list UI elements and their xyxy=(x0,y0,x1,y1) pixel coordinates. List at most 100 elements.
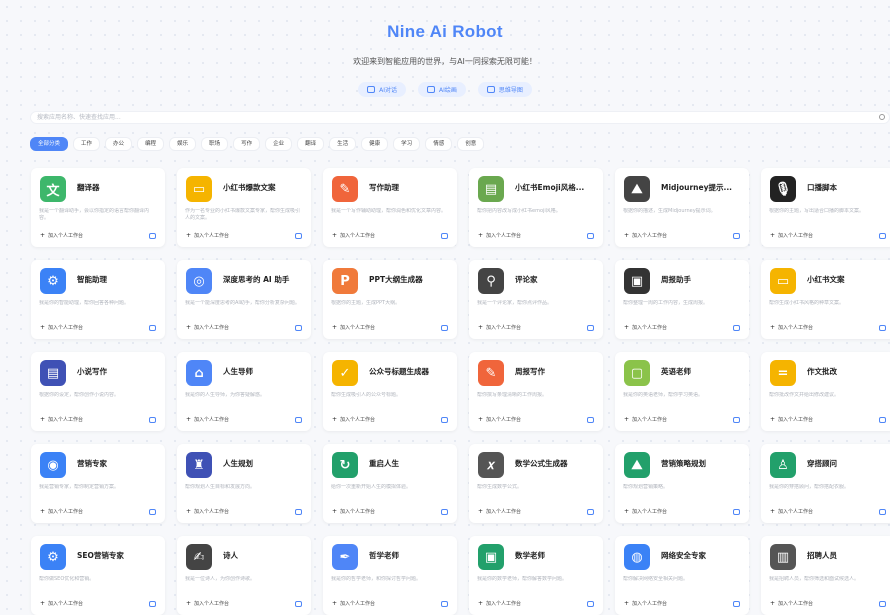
chat-icon[interactable] xyxy=(587,417,594,423)
chat-icon[interactable] xyxy=(295,509,302,515)
app-card[interactable]: ▤ 小红书Emoji风格... 帮你把内容改写成小红书emoji风格。 + 加入个人工作… xyxy=(469,168,603,247)
app-card[interactable]: ↻ 重启人生 给你一次重新开始人生的模拟体验。 + 加入个人工作台 xyxy=(323,444,457,523)
app-card[interactable]: ⌂ 人生导师 我是你的人生导师，为你答疑解惑。 + 加入个人工作台 xyxy=(177,352,311,431)
app-card[interactable]: ▭ 小红书爆款文案 作为一名专业的小红书爆款文案专家，帮你生成吸引人的文案。 + 加入个… xyxy=(177,168,311,247)
app-card[interactable]: ◍ 网络安全专家 帮你解决网络安全相关问题。 + 加入个人工作台 xyxy=(615,536,749,615)
add-to-workspace-button[interactable]: + 加入个人工作台 xyxy=(332,232,375,239)
category-tag[interactable]: 企业 xyxy=(265,137,293,151)
mind-map-button[interactable]: 思维导图 xyxy=(477,82,532,97)
category-tag[interactable]: 办公 xyxy=(105,137,133,151)
category-tag[interactable]: 娱乐 xyxy=(169,137,197,151)
add-to-workspace-button[interactable]: + 加入个人工作台 xyxy=(186,508,229,515)
chat-icon[interactable] xyxy=(295,601,302,607)
chat-icon[interactable] xyxy=(441,601,448,607)
chat-icon[interactable] xyxy=(879,509,886,515)
app-card[interactable]: 🎙 口播脚本 根据你的主题，写出适合口播的脚本文案。 + 加入个人工作台 xyxy=(761,168,890,247)
app-card[interactable]: ✍ 诗人 我是一位诗人，为你创作诗歌。 + 加入个人工作台 xyxy=(177,536,311,615)
chat-icon[interactable] xyxy=(441,417,448,423)
chat-icon[interactable] xyxy=(733,509,740,515)
app-card[interactable]: ✓ 公众号标题生成器 帮你生成吸引人的公众号标题。 + 加入个人工作台 xyxy=(323,352,457,431)
add-to-workspace-button[interactable]: + 加入个人工作台 xyxy=(624,232,667,239)
app-card[interactable]: ⛰ 营销策略规划 帮你规划营销策略。 + 加入个人工作台 xyxy=(615,444,749,523)
chat-icon[interactable] xyxy=(733,233,740,239)
category-tag[interactable]: 写作 xyxy=(233,137,261,151)
chat-icon[interactable] xyxy=(441,233,448,239)
add-to-workspace-button[interactable]: + 加入个人工作台 xyxy=(624,600,667,607)
chat-icon[interactable] xyxy=(441,509,448,515)
chat-icon[interactable] xyxy=(879,233,886,239)
app-card[interactable]: ◎ 深度思考的 AI 助手 我是一个能深度思考的AI助手，帮你分析复杂问题。 + 加入个… xyxy=(177,260,311,339)
app-card[interactable]: ▤ 小说写作 根据你的设定，帮你创作小说内容。 + 加入个人工作台 xyxy=(31,352,165,431)
add-to-workspace-button[interactable]: + 加入个人工作台 xyxy=(478,416,521,423)
app-card[interactable]: ▭ 小红书文案 帮你生成小红书风格的种草文案。 + 加入个人工作台 xyxy=(761,260,890,339)
app-card[interactable]: ✎ 写作助理 我是一个写作辅助助理，帮你润色和优化文章内容。 + 加入个人工作台 xyxy=(323,168,457,247)
add-to-workspace-button[interactable]: + 加入个人工作台 xyxy=(40,600,83,607)
ai-chat-button[interactable]: AI对话 xyxy=(358,82,406,97)
chat-icon[interactable] xyxy=(295,233,302,239)
add-to-workspace-button[interactable]: + 加入个人工作台 xyxy=(186,324,229,331)
app-card[interactable]: ⚙ SEO营销专家 帮你做SEO优化和营销。 + 加入个人工作台 xyxy=(31,536,165,615)
app-card[interactable]: ✒ 哲学老师 我是你的哲学老师，和你探讨哲学问题。 + 加入个人工作台 xyxy=(323,536,457,615)
add-to-workspace-button[interactable]: + 加入个人工作台 xyxy=(770,324,813,331)
chat-icon[interactable] xyxy=(149,417,156,423)
add-to-workspace-button[interactable]: + 加入个人工作台 xyxy=(332,508,375,515)
add-to-workspace-button[interactable]: + 加入个人工作台 xyxy=(624,508,667,515)
chat-icon[interactable] xyxy=(587,509,594,515)
app-card[interactable]: 𝑥 数学公式生成器 帮你生成数学公式。 + 加入个人工作台 xyxy=(469,444,603,523)
chat-icon[interactable] xyxy=(879,325,886,331)
app-card[interactable]: ♜ 人生规划 帮你规划人生目标和发展方向。 + 加入个人工作台 xyxy=(177,444,311,523)
app-card[interactable]: ▣ 数学老师 我是你的数学老师，帮你解答数学问题。 + 加入个人工作台 xyxy=(469,536,603,615)
chat-icon[interactable] xyxy=(149,509,156,515)
chat-icon[interactable] xyxy=(587,601,594,607)
add-to-workspace-button[interactable]: + 加入个人工作台 xyxy=(332,600,375,607)
chat-icon[interactable] xyxy=(587,233,594,239)
chat-icon[interactable] xyxy=(149,233,156,239)
add-to-workspace-button[interactable]: + 加入个人工作台 xyxy=(332,416,375,423)
chat-icon[interactable] xyxy=(879,601,886,607)
chat-icon[interactable] xyxy=(733,601,740,607)
category-tag[interactable]: 创意 xyxy=(457,137,485,151)
add-to-workspace-button[interactable]: + 加入个人工作台 xyxy=(40,508,83,515)
add-to-workspace-button[interactable]: + 加入个人工作台 xyxy=(332,324,375,331)
add-to-workspace-button[interactable]: + 加入个人工作台 xyxy=(186,600,229,607)
add-to-workspace-button[interactable]: + 加入个人工作台 xyxy=(624,416,667,423)
search-input[interactable]: 搜索应用名称、快速查找应用... xyxy=(30,111,890,124)
app-card[interactable]: 文 翻译器 我是一个翻译助手，会以你指定的语言帮你翻译内容。 + 加入个人工作台 xyxy=(31,168,165,247)
category-tag[interactable]: 职场 xyxy=(201,137,229,151)
add-to-workspace-button[interactable]: + 加入个人工作台 xyxy=(770,508,813,515)
chat-icon[interactable] xyxy=(295,325,302,331)
app-card[interactable]: ▣ 周报助手 帮你整理一周的工作内容，生成周报。 + 加入个人工作台 xyxy=(615,260,749,339)
search-icon[interactable] xyxy=(879,114,885,120)
category-tag[interactable]: 翻译 xyxy=(297,137,325,151)
chat-icon[interactable] xyxy=(587,325,594,331)
chat-icon[interactable] xyxy=(733,417,740,423)
app-card[interactable]: ♙ 穿搭顾问 我是你的穿搭顾问，帮你搭配衣服。 + 加入个人工作台 xyxy=(761,444,890,523)
chat-icon[interactable] xyxy=(733,325,740,331)
category-tag[interactable]: 编程 xyxy=(137,137,165,151)
add-to-workspace-button[interactable]: + 加入个人工作台 xyxy=(770,600,813,607)
ai-draw-button[interactable]: AI绘画 xyxy=(417,82,466,97)
category-tag[interactable]: 全部分类 xyxy=(30,137,69,151)
add-to-workspace-button[interactable]: + 加入个人工作台 xyxy=(770,232,813,239)
app-card[interactable]: ▥ 招聘人员 我是招聘人员，帮你筛选和面试候选人。 + 加入个人工作台 xyxy=(761,536,890,615)
chat-icon[interactable] xyxy=(149,325,156,331)
add-to-workspace-button[interactable]: + 加入个人工作台 xyxy=(40,232,83,239)
app-card[interactable]: ▢ 英语老师 我是你的英语老师，帮你学习英语。 + 加入个人工作台 xyxy=(615,352,749,431)
category-tag[interactable]: 情感 xyxy=(425,137,453,151)
chat-icon[interactable] xyxy=(879,417,886,423)
category-tag[interactable]: 学习 xyxy=(393,137,421,151)
chat-icon[interactable] xyxy=(441,325,448,331)
add-to-workspace-button[interactable]: + 加入个人工作台 xyxy=(186,416,229,423)
category-tag[interactable]: 健康 xyxy=(361,137,389,151)
app-card[interactable]: ⚙ 智能助理 我是你的智能助理，帮你回答各种问题。 + 加入个人工作台 xyxy=(31,260,165,339)
add-to-workspace-button[interactable]: + 加入个人工作台 xyxy=(478,232,521,239)
add-to-workspace-button[interactable]: + 加入个人工作台 xyxy=(770,416,813,423)
add-to-workspace-button[interactable]: + 加入个人工作台 xyxy=(478,324,521,331)
app-card[interactable]: ⚲ 评论家 我是一个评论家，帮你点评作品。 + 加入个人工作台 xyxy=(469,260,603,339)
app-card[interactable]: ◉ 营销专家 我是营销专家，帮你制定营销方案。 + 加入个人工作台 xyxy=(31,444,165,523)
add-to-workspace-button[interactable]: + 加入个人工作台 xyxy=(478,600,521,607)
app-card[interactable]: P PPT大纲生成器 根据你的主题，生成PPT大纲。 + 加入个人工作台 xyxy=(323,260,457,339)
app-card[interactable]: ✎ 周报写作 帮你撰写条理清晰的工作周报。 + 加入个人工作台 xyxy=(469,352,603,431)
chat-icon[interactable] xyxy=(295,417,302,423)
app-card[interactable]: = 作文批改 帮你批改作文并给出修改建议。 + 加入个人工作台 xyxy=(761,352,890,431)
